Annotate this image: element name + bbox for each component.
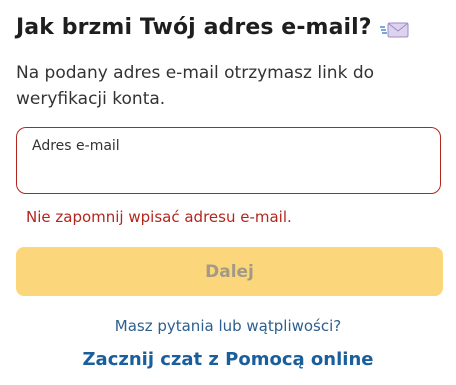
help-question: Masz pytania lub wątpliwości? [114, 317, 342, 335]
email-input[interactable] [31, 160, 425, 188]
next-button[interactable]: Dalej [16, 247, 443, 296]
email-field[interactable]: Adres e-mail [16, 127, 441, 194]
page-title: Jak brzmi Twój adres e-mail? [16, 14, 372, 40]
header: Jak brzmi Twój adres e-mail? [16, 14, 410, 40]
error-message: Nie zapomnij wpisać adresu e-mail. [26, 208, 292, 226]
start-chat-link[interactable]: Zacznij czat z Pomocą online [0, 349, 456, 370]
envelope-icon [379, 20, 410, 40]
email-form-page: Jak brzmi Twój adres e-mail? Na podany a… [0, 0, 456, 385]
subtitle: Na podany adres e-mail otrzymasz link do… [16, 63, 375, 109]
email-field-label: Adres e-mail [32, 138, 120, 154]
